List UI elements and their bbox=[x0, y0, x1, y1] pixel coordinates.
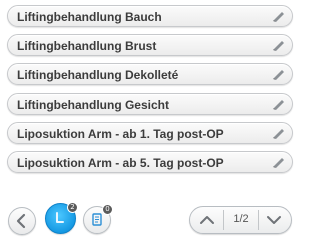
edit-pen-icon[interactable] bbox=[272, 127, 286, 139]
back-button[interactable] bbox=[8, 207, 36, 235]
edit-pen-icon[interactable] bbox=[272, 68, 286, 81]
document-button[interactable]: 0 bbox=[83, 204, 113, 234]
list-item-label: Liftingbehandlung Gesicht bbox=[17, 97, 169, 112]
list-item-label: Liftingbehandlung Bauch bbox=[17, 10, 162, 24]
list-item-label: Liftingbehandlung Dekolleté bbox=[17, 68, 179, 83]
list-item-label: Liposuktion Arm - ab 5. Tag post-OP bbox=[17, 155, 224, 170]
chevron-up-icon[interactable] bbox=[196, 212, 218, 228]
edit-pen-icon[interactable] bbox=[272, 98, 286, 110]
list-item-label: Liftingbehandlung Brust bbox=[17, 39, 157, 54]
list-item[interactable]: Liftingbehandlung Brust bbox=[7, 34, 293, 57]
list-item[interactable]: Liposuktion Arm - ab 1. Tag post-OP bbox=[7, 121, 293, 144]
treatment-list: Liftingbehandlung Bauch Liftingbehandlun… bbox=[7, 5, 293, 180]
chevron-down-icon[interactable] bbox=[263, 212, 285, 228]
list-item[interactable]: Liftingbehandlung Gesicht bbox=[7, 92, 293, 115]
list-item[interactable]: Liftingbehandlung Bauch bbox=[7, 5, 293, 27]
list-item-label: Liposuktion Arm - ab 1. Tag post-OP bbox=[17, 126, 224, 141]
list-view-button[interactable]: 2 bbox=[45, 202, 78, 234]
page-indicator: 1/2 bbox=[233, 213, 249, 225]
pagination-control: 1/2 bbox=[189, 206, 292, 234]
divider bbox=[223, 210, 224, 230]
edit-pen-icon[interactable] bbox=[272, 10, 286, 22]
count-badge: 0 bbox=[102, 204, 113, 215]
count-badge: 2 bbox=[67, 202, 78, 213]
list-item[interactable]: Liftingbehandlung Dekolleté bbox=[7, 63, 293, 86]
chevron-left-icon bbox=[16, 213, 26, 229]
list-item[interactable]: Liposuktion Arm - ab 5. Tag post-OP bbox=[7, 150, 293, 173]
edit-pen-icon[interactable] bbox=[272, 39, 286, 52]
divider bbox=[258, 210, 259, 230]
edit-pen-icon[interactable] bbox=[272, 156, 286, 168]
